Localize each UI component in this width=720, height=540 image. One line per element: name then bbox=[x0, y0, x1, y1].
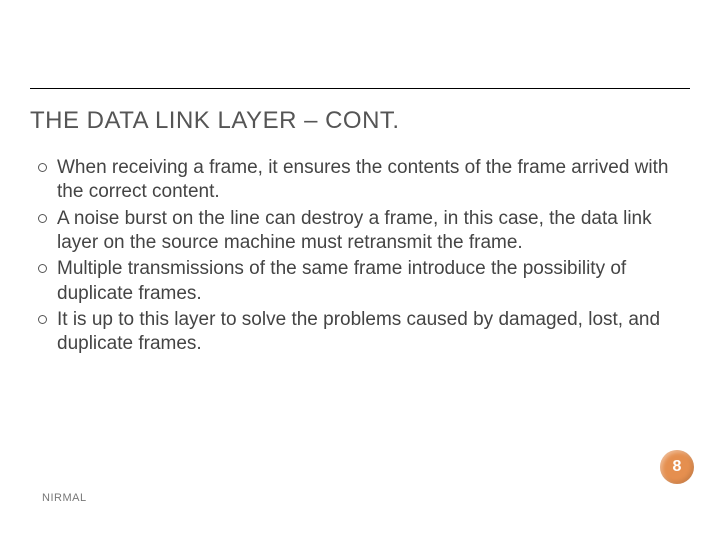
bullet-icon bbox=[38, 214, 47, 223]
list-item: When receiving a frame, it ensures the c… bbox=[38, 156, 692, 205]
list-item: Multiple transmissions of the same frame… bbox=[38, 257, 692, 306]
list-item-text: When receiving a frame, it ensures the c… bbox=[57, 156, 692, 205]
slide-title: THE DATA LINK LAYER – CONT. bbox=[30, 88, 690, 135]
list-item: A noise burst on the line can destroy a … bbox=[38, 207, 692, 256]
list-item-text: It is up to this layer to solve the prob… bbox=[57, 308, 692, 357]
list-item-text: A noise burst on the line can destroy a … bbox=[57, 207, 692, 256]
bullet-icon bbox=[38, 264, 47, 273]
bullet-icon bbox=[38, 163, 47, 172]
footer-author: NIRMAL bbox=[42, 492, 87, 504]
page-number-badge: 8 bbox=[660, 450, 694, 484]
slide-body: When receiving a frame, it ensures the c… bbox=[38, 156, 692, 359]
bullet-icon bbox=[38, 315, 47, 324]
slide: THE DATA LINK LAYER – CONT. When receivi… bbox=[0, 0, 720, 540]
list-item-text: Multiple transmissions of the same frame… bbox=[57, 257, 692, 306]
list-item: It is up to this layer to solve the prob… bbox=[38, 308, 692, 357]
